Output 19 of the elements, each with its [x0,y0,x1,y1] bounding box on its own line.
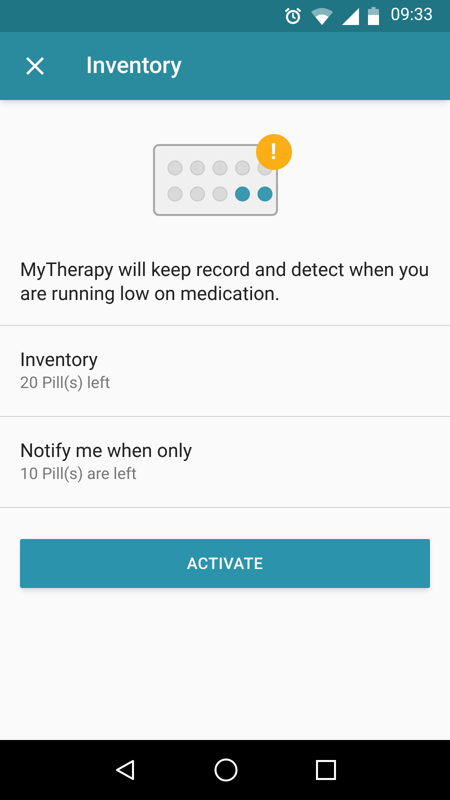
warning-badge: ! [256,134,292,170]
setting-value: 10 Pill(s) are left [20,463,138,485]
alarm-icon [284,7,302,25]
setting-title: Notify me when only [20,439,193,463]
setting-title: Inventory [20,348,99,372]
setting-row[interactable]: Notify me when only 10 Pill(s) are left [0,416,450,507]
battery-icon [368,7,379,25]
back-icon[interactable] [114,759,136,781]
setting-row[interactable]: Inventory 20 Pill(s) left [0,325,450,416]
status-time: 09:33 [390,4,433,28]
close-icon [26,57,44,75]
activate-button[interactable]: ACTIVATE [20,539,430,588]
recents-icon[interactable] [316,760,336,780]
wifi-icon [310,8,333,24]
setting-value: 20 Pill(s) left [20,372,112,394]
app-bar-title: Inventory [86,50,182,81]
home-icon[interactable] [214,758,238,782]
description-text: MyTherapy will keep record and detect when you are running low on medication. [19,258,430,306]
signal-icon [342,8,359,24]
